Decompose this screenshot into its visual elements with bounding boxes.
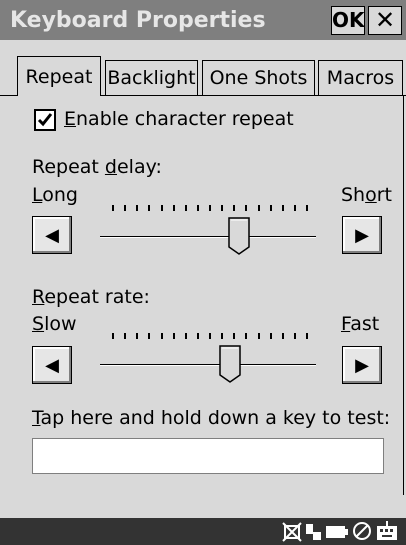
delay-long-label: Long — [32, 184, 78, 206]
blocked-icon[interactable] — [352, 521, 372, 541]
delay-tick-marks — [112, 205, 308, 211]
right-arrow-icon: ▶ — [355, 225, 369, 246]
tick-mark — [184, 333, 187, 339]
tick-mark — [233, 205, 236, 211]
close-button[interactable]: ✕ — [368, 6, 402, 35]
delay-slider-track[interactable] — [100, 236, 316, 238]
tick-mark — [112, 205, 114, 211]
tick-mark — [293, 205, 296, 211]
tick-mark — [257, 333, 260, 339]
connection-icon[interactable] — [305, 522, 323, 542]
battery-icon[interactable] — [326, 526, 348, 538]
tick-mark — [172, 333, 175, 339]
ok-button[interactable]: OK — [331, 6, 365, 35]
tick-mark — [269, 205, 272, 211]
tick-mark — [160, 205, 163, 211]
delay-short-label: Short — [341, 184, 392, 206]
tick-mark — [124, 333, 127, 339]
left-arrow-icon: ◀ — [45, 355, 59, 376]
enable-repeat-checkbox[interactable] — [34, 109, 56, 131]
tick-mark — [136, 205, 139, 211]
tick-mark — [184, 205, 187, 211]
tick-mark — [269, 333, 272, 339]
network-disconnected-icon[interactable] — [282, 522, 302, 542]
enable-repeat-label[interactable]: Enable character repeat — [64, 108, 294, 130]
tick-mark — [233, 333, 236, 339]
tab-macros[interactable]: Macros — [318, 60, 403, 96]
delay-decrease-button[interactable]: ◀ — [32, 216, 72, 254]
tab-backlight[interactable]: Backlight — [105, 60, 198, 96]
tick-mark — [172, 205, 175, 211]
tick-mark — [281, 205, 284, 211]
left-arrow-icon: ◀ — [45, 225, 59, 246]
tick-mark — [196, 205, 199, 211]
test-label: Tap here and hold down a key to test: — [32, 407, 391, 429]
title-bar: Keyboard Properties OK ✕ — [0, 0, 406, 40]
tick-mark — [209, 333, 211, 339]
right-arrow-icon: ▶ — [355, 355, 369, 376]
tick-mark — [136, 333, 139, 339]
tick-mark — [257, 205, 260, 211]
keyboard-icon[interactable] — [376, 521, 398, 541]
tick-mark — [124, 205, 127, 211]
delay-slider-thumb[interactable] — [228, 217, 251, 255]
rate-slider-thumb[interactable] — [218, 345, 241, 383]
taskbar — [0, 518, 406, 545]
delay-increase-button[interactable]: ▶ — [342, 216, 382, 254]
repeat-rate-label: Repeat rate: — [32, 286, 150, 308]
tick-mark — [148, 333, 151, 339]
tick-mark — [160, 333, 163, 339]
tick-mark — [306, 205, 308, 211]
panel-right-border — [403, 95, 404, 495]
rate-decrease-button[interactable]: ◀ — [32, 346, 72, 384]
repeat-delay-label: Repeat delay: — [32, 156, 162, 178]
tick-mark — [293, 333, 296, 339]
tab-one-shots[interactable]: One Shots — [202, 60, 315, 96]
checkmark-icon — [37, 113, 53, 127]
tick-mark — [245, 205, 248, 211]
tick-mark — [221, 333, 224, 339]
rate-slow-label: Slow — [32, 313, 77, 335]
rate-fast-label: Fast — [341, 313, 380, 335]
rate-tick-marks — [112, 333, 308, 339]
tick-mark — [148, 205, 151, 211]
tab-divider-right — [101, 95, 406, 96]
tick-mark — [221, 205, 224, 211]
window-title: Keyboard Properties — [10, 8, 266, 33]
tab-repeat[interactable]: Repeat — [17, 56, 101, 96]
rate-slider-track[interactable] — [100, 364, 316, 366]
tick-mark — [112, 333, 114, 339]
tick-mark — [306, 333, 308, 339]
rate-increase-button[interactable]: ▶ — [342, 346, 382, 384]
tick-mark — [245, 333, 248, 339]
tick-mark — [209, 205, 211, 211]
tab-divider-left — [0, 95, 17, 96]
tick-mark — [196, 333, 199, 339]
test-input[interactable] — [32, 438, 384, 474]
tick-mark — [281, 333, 284, 339]
